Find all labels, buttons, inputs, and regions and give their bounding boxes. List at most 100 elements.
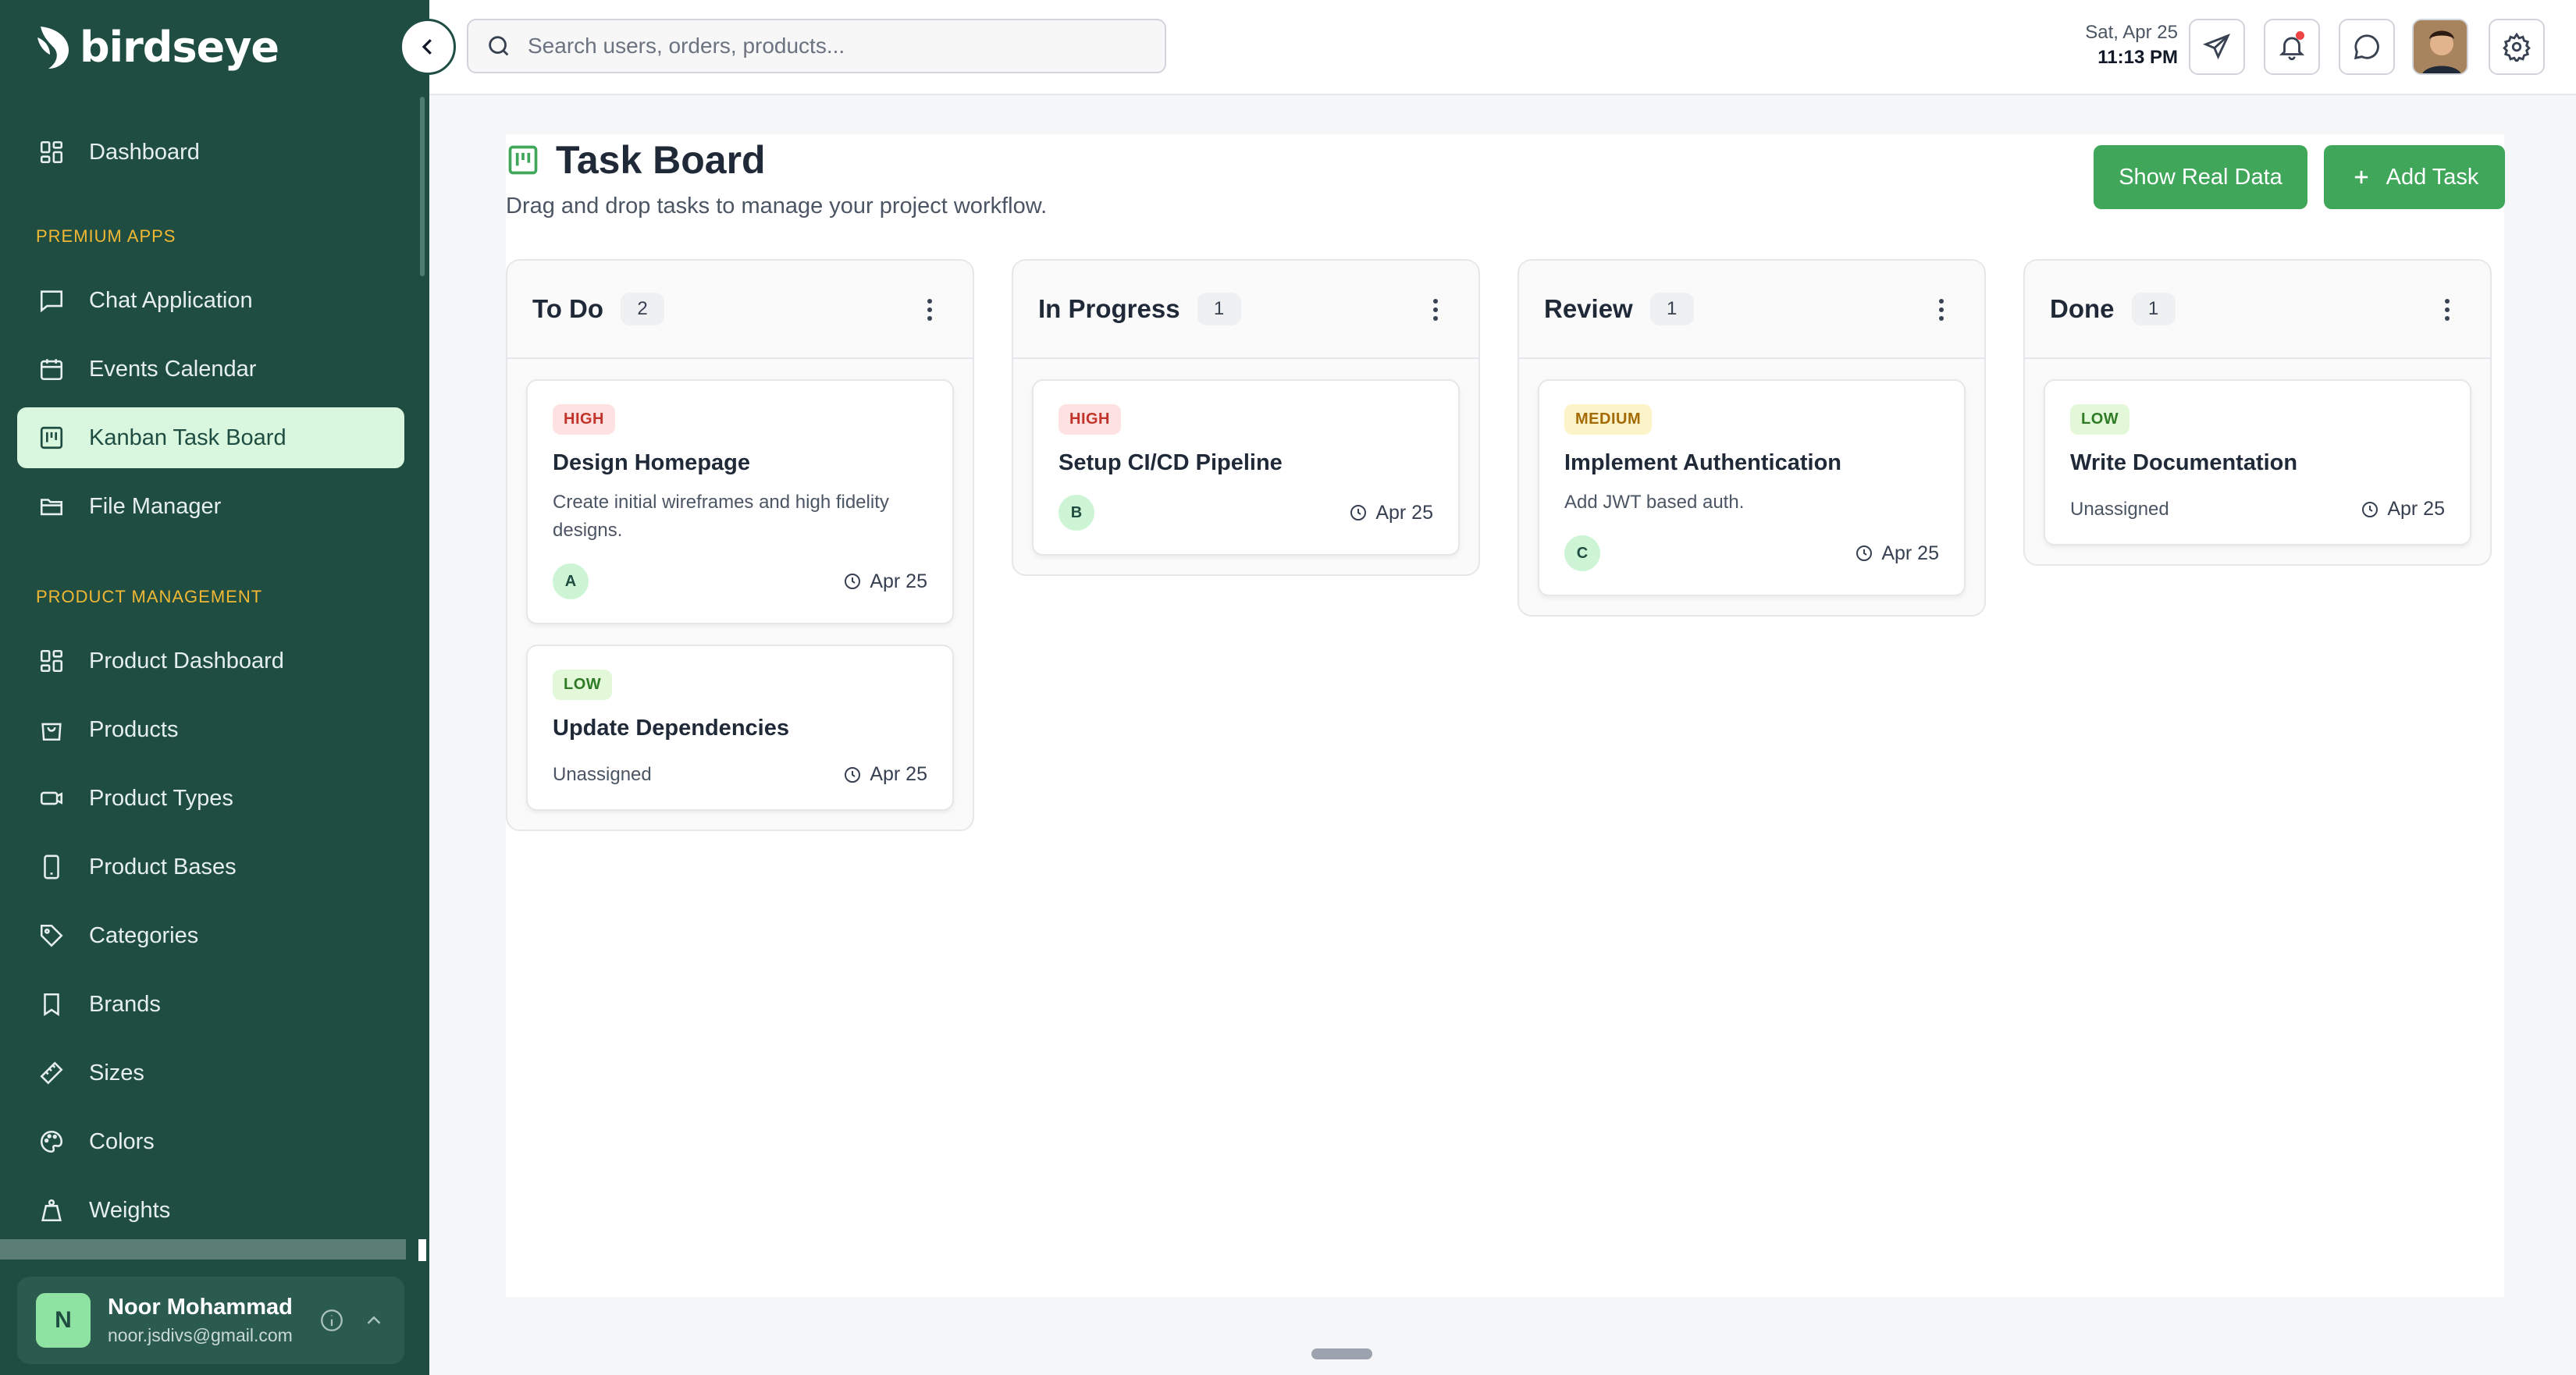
column-menu-icon[interactable] xyxy=(1930,292,1953,328)
priority-badge: HIGH xyxy=(1059,404,1121,435)
due-date-text: Apr 25 xyxy=(2387,498,2445,520)
unassigned-label: Unassigned xyxy=(553,763,652,785)
sidebar-item-brands[interactable]: Brands xyxy=(17,974,404,1035)
bottom-drag-handle[interactable] xyxy=(1311,1348,1372,1359)
bookmark-icon xyxy=(36,989,67,1020)
section-label-product-management: PRODUCT MANAGEMENT xyxy=(36,587,263,606)
sidebar-item-product-types[interactable]: Product Types xyxy=(17,768,404,829)
folder-icon xyxy=(36,491,67,522)
column-header: Done 1 xyxy=(2025,261,2490,359)
sidebar-item-categories[interactable]: Categories xyxy=(17,905,404,966)
task-card-update-dependencies[interactable]: LOW Update Dependencies Unassigned Apr 2… xyxy=(526,645,954,811)
user-profile-card[interactable]: N Noor Mohammad noor.jsdivs@gmail.com xyxy=(17,1277,404,1364)
assignee-avatar: C xyxy=(1564,535,1600,571)
current-time: 11:13 PM xyxy=(2097,47,2178,68)
settings-button[interactable] xyxy=(2489,19,2545,75)
task-title: Write Documentation xyxy=(2070,450,2298,475)
column-title: In Progress xyxy=(1038,294,1180,323)
notifications-button[interactable] xyxy=(2264,19,2320,75)
tag-icon xyxy=(36,920,67,951)
task-card-write-documentation[interactable]: LOW Write Documentation Unassigned Apr 2… xyxy=(2044,379,2471,545)
sidebar-item-colors[interactable]: Colors xyxy=(17,1111,404,1172)
column-count-badge: 1 xyxy=(1197,293,1241,325)
sidebar-item-product-bases[interactable]: Product Bases xyxy=(17,837,404,897)
column-to-do: To Do 2 HIGH Design Homepage Create init… xyxy=(506,259,974,831)
sidebar-collapse-button[interactable] xyxy=(400,19,456,75)
task-card-setup-ci-cd-pipeline[interactable]: HIGH Setup CI/CD Pipeline B Apr 25 xyxy=(1032,379,1460,556)
clock-icon xyxy=(1855,544,1873,563)
sidebar-scroll-thumb[interactable] xyxy=(418,1239,426,1261)
sidebar-item-product-dashboard[interactable]: Product Dashboard xyxy=(17,631,404,691)
task-card-design-homepage[interactable]: HIGH Design Homepage Create initial wire… xyxy=(526,379,954,624)
sidebar-item-chat-application[interactable]: Chat Application xyxy=(17,270,404,331)
user-name: Noor Mohammad xyxy=(108,1295,293,1320)
sidebar-item-events-calendar[interactable]: Events Calendar xyxy=(17,339,404,400)
dashboard-grid-icon xyxy=(36,137,67,168)
column-title: Done xyxy=(2050,294,2115,323)
sidebar-horizontal-scrollbar[interactable] xyxy=(0,1239,406,1260)
settings-icon xyxy=(2502,32,2532,62)
logo-text: birdseye xyxy=(80,22,279,72)
chevron-up-icon[interactable] xyxy=(362,1309,386,1332)
notification-dot xyxy=(2296,31,2304,40)
column-header: In Progress 1 xyxy=(1013,261,1478,359)
page-header: Task Board xyxy=(506,137,766,183)
sidebar-item-kanban-task-board[interactable]: Kanban Task Board xyxy=(17,407,404,468)
chat-icon xyxy=(36,285,67,316)
palette-icon xyxy=(36,1126,67,1157)
assignee-avatar: B xyxy=(1059,495,1094,531)
task-description: Add JWT based auth. xyxy=(1564,492,1745,513)
product-type-icon xyxy=(36,783,67,814)
send-icon xyxy=(2202,32,2232,62)
sidebar-item-products[interactable]: Products xyxy=(17,699,404,760)
section-label-premium-apps: PREMIUM APPS xyxy=(36,226,176,246)
column-in-progress: In Progress 1 HIGH Setup CI/CD Pipeline … xyxy=(1012,259,1480,576)
clock-icon xyxy=(2361,500,2379,519)
column-header: To Do 2 xyxy=(507,261,973,359)
due-date: Apr 25 xyxy=(843,570,927,593)
user-email: noor.jsdivs@gmail.com xyxy=(108,1325,293,1345)
sidebar-item-label: Sizes xyxy=(89,1060,144,1085)
task-title: Design Homepage xyxy=(553,450,750,475)
show-real-data-button[interactable]: Show Real Data xyxy=(2094,145,2307,209)
sidebar-item-label: Chat Application xyxy=(89,287,253,313)
show-real-data-label: Show Real Data xyxy=(2119,164,2282,190)
column-count-badge: 2 xyxy=(621,293,665,325)
column-menu-icon[interactable] xyxy=(1424,292,1447,328)
kanban-icon xyxy=(36,422,67,453)
send-button[interactable] xyxy=(2189,19,2245,75)
priority-badge: LOW xyxy=(2070,404,2130,435)
search-box[interactable] xyxy=(467,19,1166,73)
top-bar: Sat, Apr 25 11:13 PM xyxy=(429,0,2576,95)
task-title: Implement Authentication xyxy=(1564,450,1841,475)
column-title: Review xyxy=(1544,294,1633,323)
clock-icon xyxy=(1349,503,1368,522)
sidebar-item-sizes[interactable]: Sizes xyxy=(17,1043,404,1103)
search-input[interactable] xyxy=(528,34,1152,59)
sidebar-scrollbar[interactable] xyxy=(420,97,425,276)
add-task-button[interactable]: Add Task xyxy=(2324,145,2505,209)
add-task-label: Add Task xyxy=(2386,164,2479,190)
task-card-implement-authentication[interactable]: MEDIUM Implement Authentication Add JWT … xyxy=(1538,379,1966,596)
sidebar-item-file-manager[interactable]: File Manager xyxy=(17,476,404,537)
kanban-icon xyxy=(506,143,540,177)
column-menu-icon[interactable] xyxy=(918,292,941,328)
profile-avatar[interactable] xyxy=(2412,19,2468,75)
page-subtitle: Drag and drop tasks to manage your proje… xyxy=(506,194,1048,219)
task-title: Setup CI/CD Pipeline xyxy=(1059,450,1283,475)
sidebar-item-weights[interactable]: Weights xyxy=(17,1180,404,1241)
due-date: Apr 25 xyxy=(1855,542,1939,565)
info-icon[interactable] xyxy=(318,1307,345,1334)
messages-button[interactable] xyxy=(2339,19,2395,75)
due-date: Apr 25 xyxy=(1349,502,1433,524)
priority-badge: LOW xyxy=(553,670,613,700)
sidebar-item-label: Dashboard xyxy=(89,139,200,165)
app-logo[interactable]: birdseye xyxy=(34,22,279,72)
user-avatar: N xyxy=(36,1293,91,1348)
datetime-display: Sat, Apr 25 11:13 PM xyxy=(2061,22,2178,69)
column-menu-icon[interactable] xyxy=(2435,292,2459,328)
column-title: To Do xyxy=(532,294,604,323)
priority-badge: HIGH xyxy=(553,404,615,435)
sidebar-item-label: Weights xyxy=(89,1197,171,1223)
sidebar-item-dashboard[interactable]: Dashboard xyxy=(17,122,404,183)
